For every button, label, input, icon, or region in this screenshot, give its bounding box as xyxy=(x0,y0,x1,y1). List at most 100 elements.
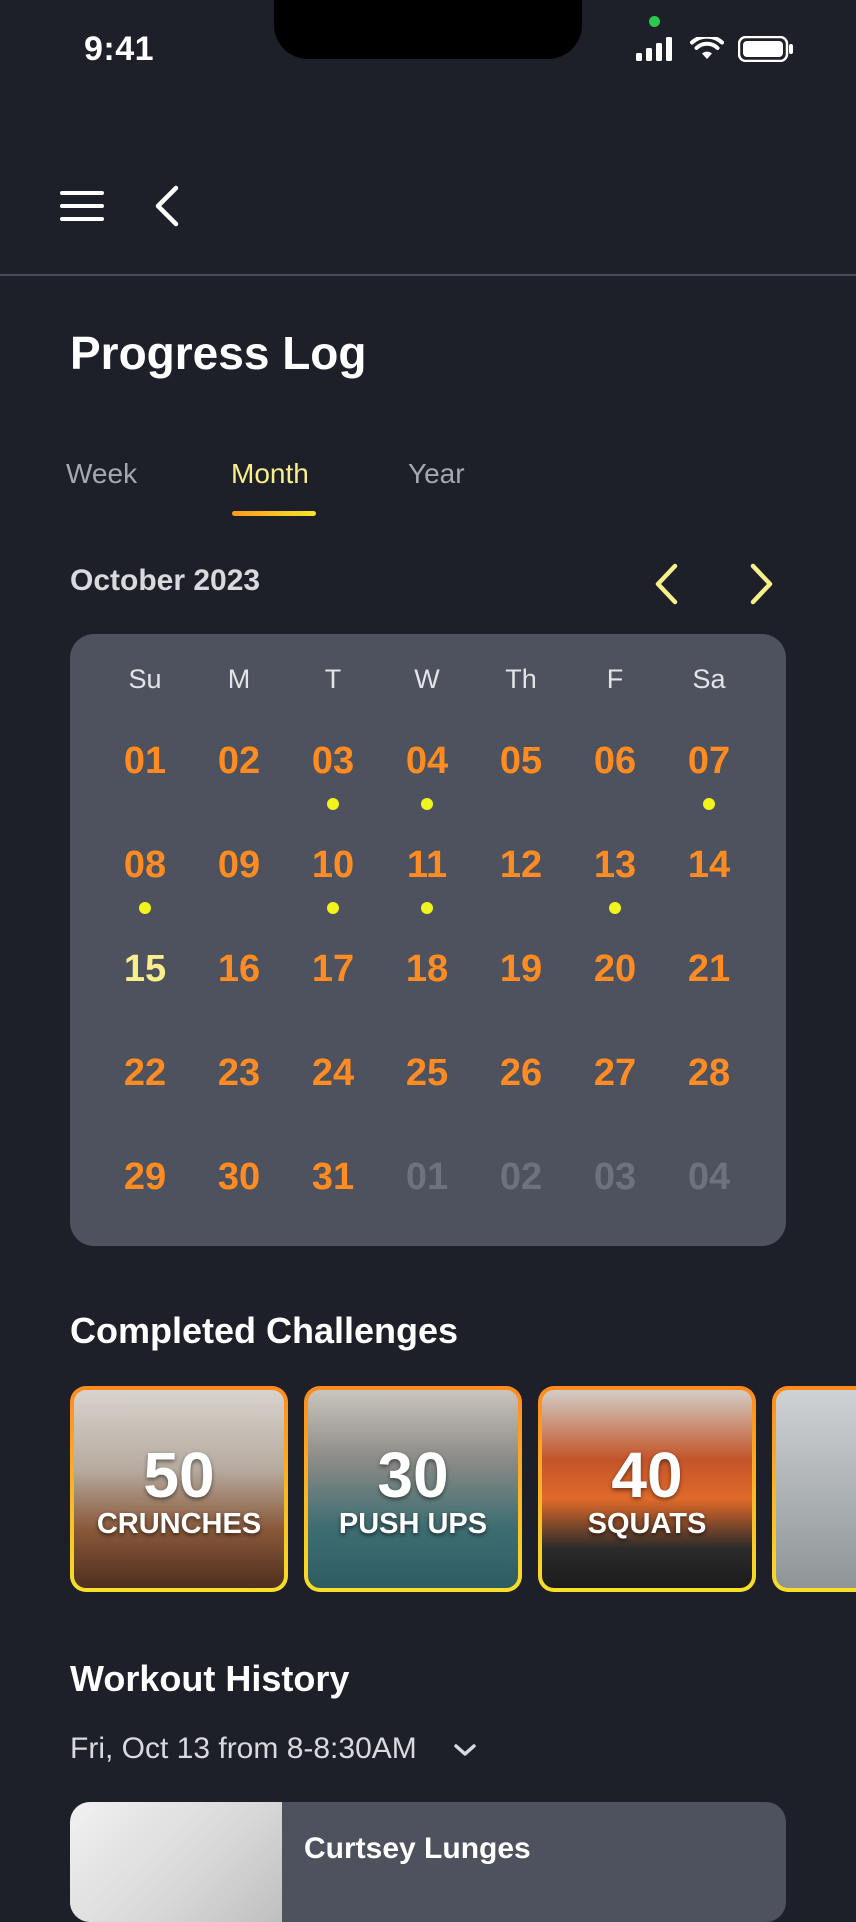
challenge-card-squats[interactable]: 40 SQUATS xyxy=(538,1386,756,1592)
back-chevron-icon[interactable] xyxy=(146,180,186,232)
calendar-day-number: 03 xyxy=(593,1156,637,1198)
calendar-day[interactable]: 07 xyxy=(662,740,756,830)
calendar-day-number: 31 xyxy=(311,1156,355,1198)
calendar-day-number: 25 xyxy=(405,1052,449,1094)
calendar-day[interactable]: 16 xyxy=(192,948,286,1038)
calendar-day[interactable]: 23 xyxy=(192,1052,286,1142)
calendar-day-number: 04 xyxy=(687,1156,731,1198)
calendar-day[interactable]: 21 xyxy=(662,948,756,1038)
calendar-day-number: 01 xyxy=(123,740,167,782)
calendar-day[interactable]: 31 xyxy=(286,1156,380,1246)
workout-history-entry[interactable]: Curtsey Lunges xyxy=(70,1802,786,1922)
chevron-down-icon xyxy=(453,1732,477,1766)
page-title: Progress Log xyxy=(70,327,367,379)
device-notch xyxy=(274,0,582,59)
challenge-count: 40 xyxy=(611,1439,683,1511)
calendar-day[interactable]: 08 xyxy=(98,844,192,934)
calendar-day: 01 xyxy=(380,1156,474,1246)
battery-icon xyxy=(737,35,794,67)
tab-year[interactable]: Year xyxy=(408,458,465,490)
calendar-day-number: 10 xyxy=(311,844,355,886)
calendar-day[interactable]: 09 xyxy=(192,844,286,934)
challenge-name: SQUATS xyxy=(587,1508,707,1540)
challenge-count: 30 xyxy=(377,1439,449,1511)
active-tab-indicator xyxy=(232,511,316,516)
challenge-card-push-ups[interactable]: 30 PUSH UPS xyxy=(304,1386,522,1592)
challenge-name: PUSH UPS xyxy=(338,1508,488,1540)
weekday-header: Su xyxy=(128,664,162,694)
tab-week[interactable]: Week xyxy=(66,458,137,490)
tab-month[interactable]: Month xyxy=(231,458,309,490)
calendar-day-number: 27 xyxy=(593,1052,637,1094)
calendar-day[interactable]: 02 xyxy=(192,740,286,830)
calendar-day[interactable]: 22 xyxy=(98,1052,192,1142)
workout-name: Curtsey Lunges xyxy=(304,1832,531,1865)
workout-logged-dot xyxy=(139,902,151,914)
calendar-day[interactable]: 11 xyxy=(380,844,474,934)
next-month-icon[interactable] xyxy=(744,562,780,606)
workout-logged-dot xyxy=(703,798,715,810)
calendar-day[interactable]: 04 xyxy=(380,740,474,830)
challenge-card-crunches[interactable]: 50 CRUNCHES xyxy=(70,1386,288,1592)
calendar-day[interactable]: 17 xyxy=(286,948,380,1038)
previous-month-icon[interactable] xyxy=(648,562,684,606)
calendar-day[interactable]: 25 xyxy=(380,1052,474,1142)
calendar-day[interactable]: 01 xyxy=(98,740,192,830)
calendar-day-number: 16 xyxy=(217,948,261,990)
calendar-day-number: 22 xyxy=(123,1052,167,1094)
calendar-day-number: 20 xyxy=(593,948,637,990)
weekday-header: T xyxy=(324,664,342,694)
calendar-day-number: 01 xyxy=(405,1156,449,1198)
status-bar: 9:41 xyxy=(0,0,856,100)
calendar-day[interactable]: 18 xyxy=(380,948,474,1038)
calendar-day-number: 07 xyxy=(687,740,731,782)
calendar-day-number: 17 xyxy=(311,948,355,990)
calendar-day[interactable]: 28 xyxy=(662,1052,756,1142)
weekday-header: Sa xyxy=(692,664,726,694)
challenge-count: 3 xyxy=(776,1438,856,1512)
calendar-day[interactable]: 19 xyxy=(474,948,568,1038)
calendar-day[interactable]: 13 xyxy=(568,844,662,934)
workout-thumbnail xyxy=(70,1802,282,1922)
calendar-day[interactable]: 10 xyxy=(286,844,380,934)
calendar-day[interactable]: 30 xyxy=(192,1156,286,1246)
calendar-day-number: 24 xyxy=(311,1052,355,1094)
history-date-dropdown[interactable]: Fri, Oct 13 from 8-8:30AM xyxy=(70,1732,477,1766)
camera-indicator xyxy=(649,16,660,27)
challenge-name: M xyxy=(776,1508,856,1541)
calendar-day[interactable]: 24 xyxy=(286,1052,380,1142)
calendar-day[interactable]: 14 xyxy=(662,844,756,934)
calendar-day[interactable]: 03 xyxy=(286,740,380,830)
calendar-day[interactable]: 12 xyxy=(474,844,568,934)
calendar-day[interactable]: 06 xyxy=(568,740,662,830)
calendar-day[interactable]: 29 xyxy=(98,1156,192,1246)
calendar-day-number: 23 xyxy=(217,1052,261,1094)
calendar-day[interactable]: 26 xyxy=(474,1052,568,1142)
calendar-day-today[interactable]: 15 xyxy=(98,948,192,1038)
hamburger-menu-icon[interactable] xyxy=(58,182,106,230)
weekday-header: Th xyxy=(505,664,537,694)
calendar-day[interactable]: 27 xyxy=(568,1052,662,1142)
calendar-day: 02 xyxy=(474,1156,568,1246)
calendar-day-number: 30 xyxy=(217,1156,261,1198)
top-nav-bar xyxy=(0,140,856,276)
calendar-day-number: 19 xyxy=(499,948,543,990)
calendar-day-number: 12 xyxy=(499,844,543,886)
completed-challenges-title: Completed Challenges xyxy=(70,1310,459,1351)
challenge-photo: 40 SQUATS xyxy=(542,1390,752,1588)
period-tabs: Week Month Year xyxy=(66,458,566,518)
challenge-photo: 50 CRUNCHES xyxy=(74,1390,284,1588)
calendar-day[interactable]: 05 xyxy=(474,740,568,830)
wifi-icon xyxy=(690,34,724,66)
workout-logged-dot xyxy=(327,798,339,810)
calendar-day-number: 08 xyxy=(123,844,167,886)
challenge-name: CRUNCHES xyxy=(96,1508,262,1540)
challenge-card-partial[interactable]: 3 M xyxy=(772,1386,856,1592)
challenge-photo: 30 PUSH UPS xyxy=(308,1390,518,1588)
calendar-day-number: 06 xyxy=(593,740,637,782)
calendar-day-number: 18 xyxy=(405,948,449,990)
workout-history-title: Workout History xyxy=(70,1658,350,1699)
calendar-day[interactable]: 20 xyxy=(568,948,662,1038)
challenges-carousel[interactable]: 50 CRUNCHES 30 PUSH UPS 40 SQUATS 3 M xyxy=(70,1386,856,1596)
calendar-day-number: 02 xyxy=(499,1156,543,1198)
